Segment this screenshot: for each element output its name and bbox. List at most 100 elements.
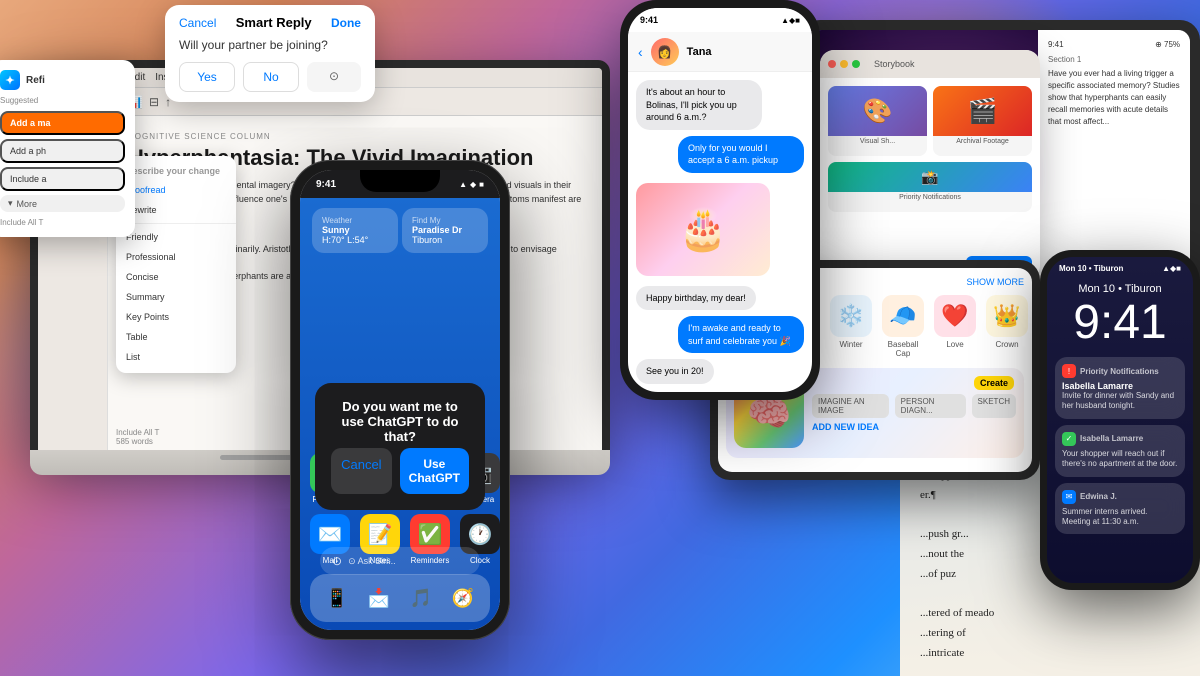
- weather-city: Sunny: [322, 225, 388, 235]
- wt-summary[interactable]: Summary: [116, 287, 236, 307]
- notif-1-body: Invite for dinner with Sandy and her hus…: [1062, 391, 1178, 412]
- sb-item-3[interactable]: 📸 Priority Notifications: [828, 162, 1032, 212]
- dock-music[interactable]: 🎵: [403, 580, 439, 616]
- msg-incoming-3: See you in 20!: [636, 359, 714, 384]
- sb-item-1[interactable]: 🎨 Visual Sh...: [828, 86, 927, 156]
- sr-options: Yes No ⊙: [179, 62, 361, 92]
- table-icon[interactable]: ⊟: [149, 95, 159, 109]
- wt-table[interactable]: Table: [116, 327, 236, 347]
- weather-label: Weather: [322, 216, 388, 225]
- lock-notif-1[interactable]: ! Priority Notifications Isabella Lamarr…: [1055, 357, 1185, 419]
- wt-professional[interactable]: Professional: [116, 247, 236, 267]
- person-badge[interactable]: PERSON DIAGN...: [895, 394, 966, 418]
- weather-widgets-row: Weather Sunny H:70° L:54° Find My Paradi…: [310, 208, 490, 253]
- sugg-item-love[interactable]: ❤️ Love: [934, 295, 976, 358]
- lock-status-left: Mon 10 • Tiburon: [1059, 264, 1123, 273]
- iphone-msg-screen: 9:41 ▲◆■ ‹ 👩 Tana It's about an hour to …: [628, 8, 812, 392]
- love-icon: ❤️: [934, 295, 976, 337]
- iphone-front-time: 9:41: [316, 179, 336, 190]
- dock-phone[interactable]: 📱: [319, 580, 355, 616]
- sugg-item-crown[interactable]: 👑 Crown: [986, 295, 1028, 358]
- sugg-show-more[interactable]: SHOW MORE: [967, 277, 1025, 287]
- home-widgets: Weather Sunny H:70° L:54° Find My Paradi…: [310, 208, 490, 257]
- ai-suggestion-2[interactable]: Add a ph: [0, 139, 125, 163]
- findmy-widget[interactable]: Find My Paradise Dr Tiburon: [402, 208, 488, 253]
- wt-keypoints[interactable]: Key Points: [116, 307, 236, 327]
- sb-min[interactable]: [840, 60, 848, 68]
- smart-reply-panel: Cancel Smart Reply Done Will your partne…: [165, 5, 375, 102]
- sr-dots-button[interactable]: ⊙: [307, 62, 361, 92]
- back-icon[interactable]: ‹: [638, 44, 643, 60]
- lock-status-right: ▲◆■: [1162, 264, 1181, 273]
- sb-item-1-img: 🎨: [828, 86, 927, 136]
- contact-avatar: 👩: [651, 38, 679, 66]
- lock-notif-2[interactable]: ✓ Isabella Lamarre Your shopper will rea…: [1055, 425, 1185, 477]
- sr-cancel-button[interactable]: Cancel: [179, 16, 216, 30]
- sb-item-2[interactable]: 🎬 Archival Footage: [933, 86, 1032, 156]
- wt-concise[interactable]: Concise: [116, 267, 236, 287]
- add-new-idea-label[interactable]: ADD NEW IDEA: [812, 422, 1016, 432]
- sb-content: 🎨 Visual Sh... 🎬 Archival Footage 📸 Prio…: [820, 78, 1040, 220]
- wt-friendly[interactable]: Friendly: [116, 227, 236, 247]
- ipad-statusbar: 9:41 ⊕ 75%: [1048, 40, 1180, 49]
- msg-status-time: 9:41: [640, 15, 658, 25]
- sugg-item-cap[interactable]: 🧢 Baseball Cap: [882, 295, 924, 358]
- sb-traffic-lights: [828, 60, 860, 68]
- dock: 📱 📩 🎵 🧭: [310, 574, 490, 622]
- iphone-front-status-icons: ▲◆■: [459, 180, 484, 189]
- ai-suggestion-3[interactable]: Include a: [0, 167, 125, 191]
- ai-suggestions-panel: ✦ Refi Suggested Add a ma Add a ph Inclu…: [0, 60, 135, 237]
- dock-mail[interactable]: 📩: [361, 580, 397, 616]
- wt-list[interactable]: List: [116, 347, 236, 367]
- sb-toolbar: Storybook: [820, 50, 1040, 78]
- ipad-content-text: Have you ever had a living trigger a spe…: [1048, 68, 1180, 128]
- weather-widget[interactable]: Weather Sunny H:70° L:54°: [312, 208, 398, 253]
- sb-max[interactable]: [852, 60, 860, 68]
- siri-icon: ⊙: [332, 554, 342, 568]
- imagine-badge[interactable]: IMAGINE AN IMAGE: [812, 394, 889, 418]
- dock-safari[interactable]: 🧭: [445, 580, 481, 616]
- storybook-panel: Storybook 🎨 Visual Sh... 🎬 Archival Foot…: [820, 50, 1040, 280]
- msg-body[interactable]: It's about an hour to Bolinas, I'll pick…: [628, 72, 812, 392]
- iphone-messages: 9:41 ▲◆■ ‹ 👩 Tana It's about an hour to …: [620, 0, 820, 400]
- sr-title: Smart Reply: [236, 15, 312, 30]
- siri-bar[interactable]: ⊙ ⊙ Ask Siri...: [320, 547, 480, 575]
- cap-icon: 🧢: [882, 295, 924, 337]
- dialog-cancel-button[interactable]: Cancel: [331, 448, 392, 494]
- notif-2-app: Isabella Lamarre: [1080, 434, 1143, 443]
- siri-text: ⊙ Ask Siri...: [348, 556, 396, 567]
- msg-statusbar: 9:41 ▲◆■: [628, 8, 812, 32]
- notif-1-app: Priority Notifications: [1080, 367, 1159, 376]
- ai-suggestion-1[interactable]: Add a ma: [0, 111, 125, 135]
- sr-done-button[interactable]: Done: [331, 16, 361, 30]
- word-count: Include All T 585 words: [116, 428, 159, 446]
- notif-3-body: Summer interns arrived. Meeting at 11:30…: [1062, 507, 1178, 528]
- winter-label: Winter: [839, 340, 862, 349]
- msg-incoming-2: Happy birthday, my dear!: [636, 286, 756, 311]
- ipad-battery: ⊕ 75%: [1155, 40, 1180, 49]
- lock-time: 9:41: [1047, 299, 1193, 347]
- notif-1-title: Isabella Lamarre: [1062, 381, 1178, 391]
- lock-notifications: ! Priority Notifications Isabella Lamarr…: [1047, 357, 1193, 534]
- notif-3-header: ✉ Edwina J.: [1062, 490, 1178, 504]
- ai-more-button[interactable]: ▾ More: [0, 195, 125, 212]
- dialog-confirm-button[interactable]: Use ChatGPT: [400, 448, 469, 494]
- lock-notif-3[interactable]: ✉ Edwina J. Summer interns arrived. Meet…: [1055, 483, 1185, 535]
- sugg-item-winter[interactable]: ❄️ Winter: [830, 295, 872, 358]
- sr-yes-button[interactable]: Yes: [179, 62, 235, 92]
- chatgpt-dialog: Do you want me to use ChatGPT to do that…: [315, 383, 485, 510]
- weather-temp: H:70° L:54°: [322, 235, 388, 245]
- msg-header: ‹ 👩 Tana: [628, 32, 812, 72]
- iphone-front: 9:41 ▲◆■ Weather Sunny H:70° L:54°: [290, 160, 510, 640]
- notif-3-app: Edwina J.: [1080, 492, 1117, 501]
- findmy-label: Find My: [412, 216, 478, 225]
- ai-suggested-label: Suggested: [0, 96, 125, 105]
- sb-close[interactable]: [828, 60, 836, 68]
- sketch-badge[interactable]: SKETCH: [972, 394, 1016, 418]
- iphone-notch: [360, 170, 440, 192]
- ipad-section-label: Section 1: [1048, 55, 1180, 64]
- sr-header: Cancel Smart Reply Done: [179, 15, 361, 30]
- findmy-location: Paradise Dr: [412, 225, 478, 235]
- ai-footer: Include All T: [0, 218, 125, 227]
- sr-no-button[interactable]: No: [243, 62, 299, 92]
